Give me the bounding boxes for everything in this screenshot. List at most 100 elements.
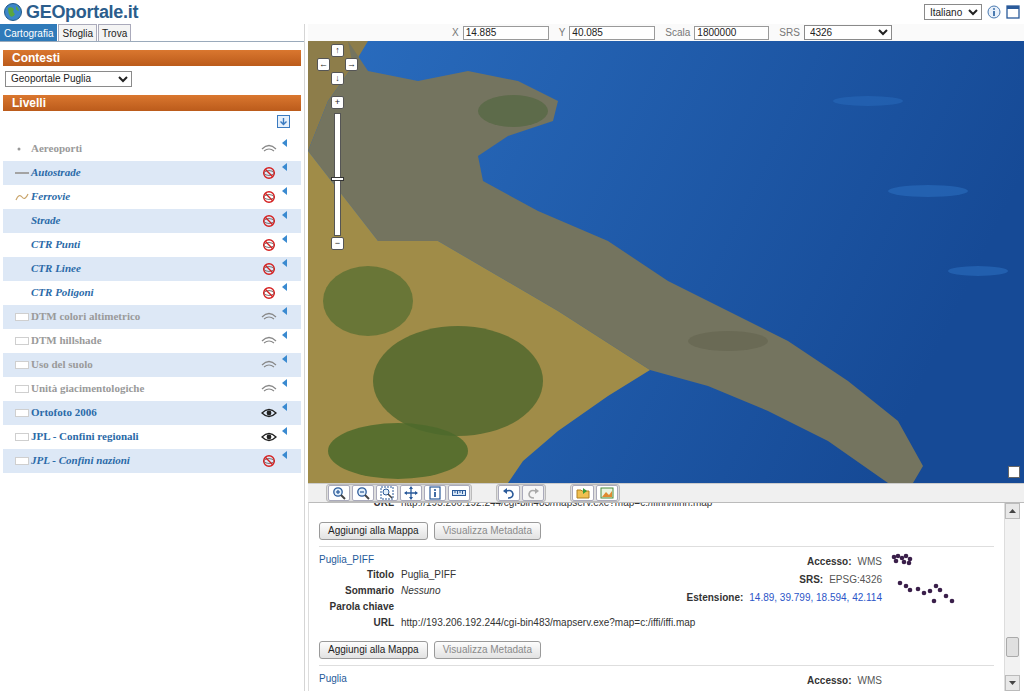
pan-button[interactable] <box>400 485 422 501</box>
add-to-map-button[interactable]: Aggiungi alla Mappa <box>319 522 428 540</box>
expand-arrow-icon[interactable] <box>282 379 287 387</box>
layer-name[interactable]: CTR Linee <box>31 260 261 277</box>
layer-row[interactable]: JPL - Confini nazioni <box>3 449 301 473</box>
eye-icon[interactable] <box>261 431 277 443</box>
pan-left-button[interactable]: ← <box>317 58 330 71</box>
zoom-out-button[interactable] <box>352 485 374 501</box>
satellite-map[interactable] <box>308 41 1024 483</box>
scale-field[interactable] <box>694 26 769 40</box>
record-name[interactable]: Puglia <box>319 672 807 686</box>
minimize-icon[interactable] <box>1008 466 1020 478</box>
eye-icon[interactable] <box>261 311 277 323</box>
logo-text[interactable]: GEOportale.it <box>26 2 138 22</box>
scrollbar[interactable] <box>1004 503 1020 691</box>
pan-down-button[interactable]: ↓ <box>331 72 344 85</box>
meta-value[interactable]: 14.89, 39.799, 18.594, 42.114 <box>749 592 882 603</box>
layer-row[interactable]: Strade <box>3 209 301 233</box>
window-icon[interactable] <box>1006 5 1020 19</box>
open-button[interactable] <box>572 485 594 501</box>
tab[interactable]: Cartografia <box>0 24 57 41</box>
layer-name[interactable]: JPL - Confini regionali <box>31 428 261 445</box>
expand-arrow-icon[interactable] <box>282 259 287 267</box>
layer-row[interactable]: CTR Linee <box>3 257 301 281</box>
expand-arrow-icon[interactable] <box>282 403 287 411</box>
layer-row[interactable]: Uso del suolo <box>3 353 301 377</box>
zoom-box-button[interactable] <box>376 485 398 501</box>
context-select[interactable]: Geoportale Puglia <box>5 71 132 87</box>
layer-row[interactable]: Autostrade <box>3 161 301 185</box>
eye-icon[interactable] <box>261 239 277 251</box>
zoom-in-button[interactable]: + <box>331 96 344 109</box>
layer-row[interactable]: Ferrovie <box>3 185 301 209</box>
layer-name[interactable]: Ferrovie <box>31 188 261 205</box>
expand-arrow-icon[interactable] <box>282 163 287 171</box>
tab[interactable]: Trova <box>98 24 131 41</box>
expand-arrow-icon[interactable] <box>282 235 287 243</box>
layer-row[interactable]: Aereoporti <box>3 137 301 161</box>
eye-icon[interactable] <box>261 455 277 467</box>
expand-arrow-icon[interactable] <box>282 451 287 459</box>
zoom-handle[interactable] <box>331 177 344 181</box>
zoom-in-button[interactable] <box>328 485 350 501</box>
layer-name[interactable]: Unità giacimentologiche <box>31 380 261 397</box>
expand-arrow-icon[interactable] <box>282 187 287 195</box>
layer-row[interactable]: Ortofoto 2006 <box>3 401 301 425</box>
pan-right-button[interactable]: → <box>345 58 358 71</box>
eye-icon[interactable] <box>261 359 277 371</box>
expand-arrow-icon[interactable] <box>282 427 287 435</box>
help-icon[interactable] <box>987 5 1001 19</box>
expand-arrow-icon[interactable] <box>282 307 287 315</box>
expand-arrow-icon[interactable] <box>282 139 287 147</box>
eye-icon[interactable] <box>261 215 277 227</box>
layer-name[interactable]: JPL - Confini nazioni <box>31 452 261 469</box>
layer-name[interactable]: Uso del suolo <box>31 356 261 373</box>
layer-name[interactable]: Strade <box>31 212 261 229</box>
zoom-out-button[interactable]: − <box>331 237 344 250</box>
measure-button[interactable] <box>448 485 470 501</box>
layer-name[interactable]: DTM colori altimetrico <box>31 308 261 325</box>
eye-icon[interactable] <box>261 407 277 419</box>
map-view[interactable]: ↑← →↓ + − <box>308 41 1024 483</box>
eye-icon[interactable] <box>261 335 277 347</box>
tab[interactable]: Sfoglia <box>58 24 97 41</box>
info-button[interactable] <box>424 485 446 501</box>
srs-select[interactable]: 4326 <box>804 25 892 40</box>
layer-row[interactable]: CTR Poligoni <box>3 281 301 305</box>
layer-name[interactable]: DTM hillshade <box>31 332 261 349</box>
language-select[interactable]: Italiano <box>924 4 982 20</box>
undo-button[interactable] <box>498 485 520 501</box>
logo[interactable]: GEOportale.it <box>3 2 138 22</box>
layer-row[interactable]: CTR Punti <box>3 233 301 257</box>
add-to-map-button[interactable]: Aggiungi alla Mappa <box>319 641 428 659</box>
eye-icon[interactable] <box>261 263 277 275</box>
expand-arrow-icon[interactable] <box>282 211 287 219</box>
eye-icon[interactable] <box>261 167 277 179</box>
expand-arrow-icon[interactable] <box>282 355 287 363</box>
layer-name[interactable]: Ortofoto 2006 <box>31 404 261 421</box>
scroll-up-icon[interactable] <box>1005 503 1020 519</box>
eye-icon[interactable] <box>261 383 277 395</box>
layer-row[interactable]: DTM colori altimetrico <box>3 305 301 329</box>
record-name[interactable]: Puglia_PIFF <box>319 553 687 567</box>
layer-row[interactable]: JPL - Confini regionali <box>3 425 301 449</box>
export-button[interactable] <box>596 485 618 501</box>
layer-row[interactable]: DTM hillshade <box>3 329 301 353</box>
download-icon[interactable] <box>277 115 290 128</box>
y-field[interactable] <box>569 26 655 40</box>
eye-icon[interactable] <box>261 143 277 155</box>
scroll-thumb[interactable] <box>1006 637 1019 657</box>
layer-name[interactable]: Autostrade <box>31 164 261 181</box>
eye-icon[interactable] <box>261 287 277 299</box>
expand-arrow-icon[interactable] <box>282 283 287 291</box>
layer-row[interactable]: Unità giacimentologiche <box>3 377 301 401</box>
zoom-slider[interactable] <box>334 113 341 236</box>
pan-up-button[interactable]: ↑ <box>331 44 344 57</box>
scroll-down-icon[interactable] <box>1005 675 1020 691</box>
eye-icon[interactable] <box>261 191 277 203</box>
layer-name[interactable]: CTR Poligoni <box>31 284 261 301</box>
scroll-track[interactable] <box>1005 519 1020 675</box>
expand-arrow-icon[interactable] <box>282 331 287 339</box>
layer-name[interactable]: Aereoporti <box>31 140 261 157</box>
layer-name[interactable]: CTR Punti <box>31 236 261 253</box>
x-field[interactable] <box>463 26 549 40</box>
